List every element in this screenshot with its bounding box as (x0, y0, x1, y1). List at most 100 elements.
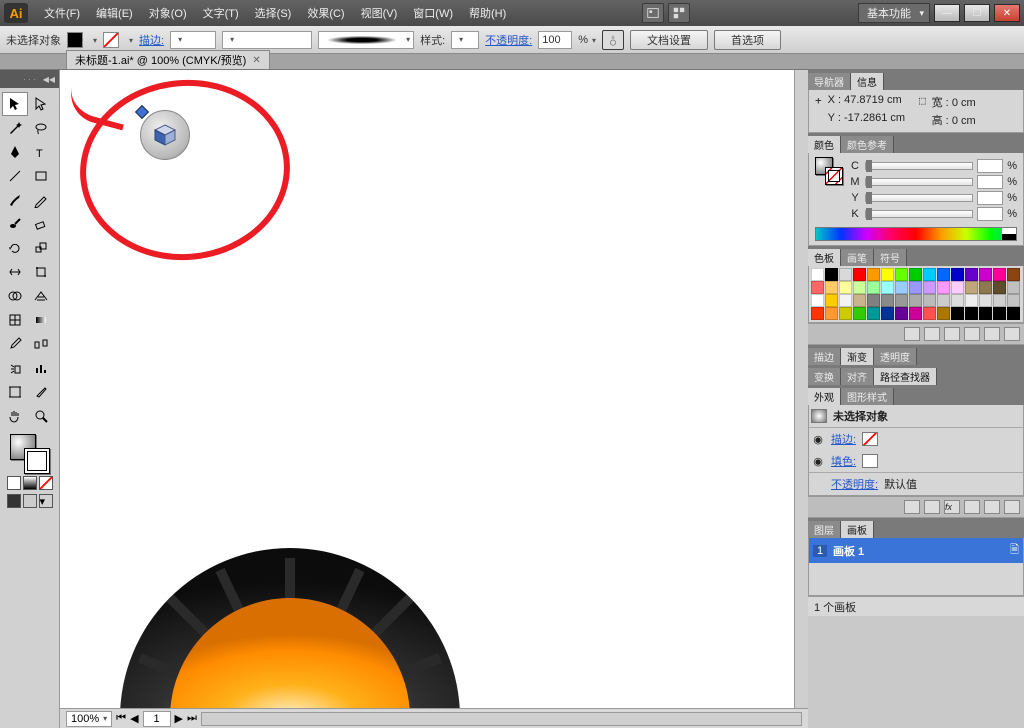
appearance-opacity-link[interactable]: 不透明度: (831, 476, 878, 492)
swatch-cell[interactable] (993, 281, 1006, 294)
opacity-label-link[interactable]: 不透明度: (485, 32, 532, 48)
app-newstroke-icon[interactable] (904, 500, 920, 514)
swatch-cell[interactable] (895, 307, 908, 320)
app-dup-icon[interactable] (984, 500, 1000, 514)
swatch-cell[interactable] (811, 281, 824, 294)
canvas[interactable] (60, 70, 808, 708)
swatch-cell[interactable] (811, 294, 824, 307)
window-minimize-button[interactable]: — (934, 4, 960, 22)
swatch-cell[interactable] (909, 268, 922, 281)
tab-color[interactable]: 颜色 (808, 136, 841, 153)
color-mode-gradient[interactable] (23, 476, 37, 490)
nav-next-icon[interactable]: ▶ (175, 712, 183, 725)
swatch-cell[interactable] (923, 307, 936, 320)
color-spectrum[interactable] (815, 227, 1017, 241)
stroke-weight-input[interactable] (170, 31, 216, 49)
artboard-orient-icon[interactable]: 🗎 (1010, 541, 1019, 560)
gradient-tool[interactable] (28, 308, 54, 332)
width-tool[interactable] (2, 260, 28, 284)
swatch-cell[interactable] (993, 307, 1006, 320)
swatch-cell[interactable] (937, 281, 950, 294)
appearance-fill-link[interactable]: 填色: (831, 453, 856, 469)
nav-prev-icon[interactable]: ◀ (130, 712, 138, 725)
swatch-cell[interactable] (867, 307, 880, 320)
swatch-cell[interactable] (951, 294, 964, 307)
menu-window[interactable]: 窗口(W) (405, 2, 461, 24)
pencil-tool[interactable] (28, 188, 54, 212)
menu-edit[interactable]: 编辑(E) (88, 2, 141, 24)
color-stroke-icon[interactable] (825, 167, 843, 185)
type-tool[interactable]: T (28, 140, 54, 164)
slider-c[interactable]: C% (849, 159, 1017, 173)
swatch-cell[interactable] (881, 268, 894, 281)
swatch-cell[interactable] (923, 294, 936, 307)
tab-info[interactable]: 信息 (851, 73, 884, 90)
eye-icon-2[interactable]: ◉ (811, 455, 825, 468)
stroke-dropdown[interactable] (125, 34, 133, 46)
nav-last-icon[interactable]: ⏭ (187, 712, 197, 725)
swatch-cell[interactable] (965, 307, 978, 320)
swatch-cell[interactable] (881, 307, 894, 320)
free-transform-tool[interactable] (28, 260, 54, 284)
swatch-new-icon[interactable] (984, 327, 1000, 341)
swatch-cell[interactable] (1007, 307, 1020, 320)
appearance-fill-swatch[interactable] (862, 454, 878, 468)
appearance-stroke-swatch[interactable] (862, 432, 878, 446)
bridge-icon[interactable] (642, 3, 664, 23)
eraser-tool[interactable] (28, 212, 54, 236)
swatch-cell[interactable] (853, 281, 866, 294)
window-close-button[interactable]: ✕ (994, 4, 1020, 22)
tab-stroke[interactable]: 描边 (808, 348, 841, 365)
tab-graphic-styles[interactable]: 图形样式 (841, 388, 894, 405)
zoom-tool[interactable] (28, 404, 54, 428)
tab-pathfinder[interactable]: 路径查找器 (874, 368, 937, 385)
fill-dropdown[interactable] (89, 34, 97, 46)
tab-swatches[interactable]: 色板 (808, 249, 841, 266)
menu-view[interactable]: 视图(V) (353, 2, 406, 24)
artboard-row[interactable]: 1 画板 1 🗎 (809, 538, 1023, 563)
opacity-dropdown[interactable]: % (578, 34, 596, 46)
arrange-icon[interactable] (668, 3, 690, 23)
swatch-cell[interactable] (839, 307, 852, 320)
swatch-opts-icon[interactable] (944, 327, 960, 341)
swatch-cell[interactable] (895, 294, 908, 307)
swatch-cell[interactable] (979, 268, 992, 281)
rectangle-tool[interactable] (28, 164, 54, 188)
swatch-cell[interactable] (881, 281, 894, 294)
tab-brushes[interactable]: 画笔 (841, 249, 874, 266)
swatch-cell[interactable] (951, 281, 964, 294)
screen-mode-full[interactable] (23, 494, 37, 508)
swatch-cell[interactable] (965, 294, 978, 307)
swatch-cell[interactable] (993, 294, 1006, 307)
swatch-cell[interactable] (937, 307, 950, 320)
swatch-group-icon[interactable] (964, 327, 980, 341)
swatch-kind-icon[interactable] (924, 327, 940, 341)
swatch-cell[interactable] (839, 281, 852, 294)
swatch-lib-icon[interactable] (904, 327, 920, 341)
perspective-grid-tool[interactable] (28, 284, 54, 308)
zoom-select[interactable]: 100% (66, 711, 112, 727)
column-graph-tool[interactable] (28, 356, 54, 380)
swatch-cell[interactable] (979, 307, 992, 320)
menu-select[interactable]: 选择(S) (247, 2, 300, 24)
swatch-cell[interactable] (979, 281, 992, 294)
selection-tool[interactable] (2, 92, 28, 116)
tab-layers[interactable]: 图层 (808, 521, 841, 538)
line-tool[interactable] (2, 164, 28, 188)
tab-navigator[interactable]: 导航器 (808, 73, 851, 90)
lasso-tool[interactable] (28, 116, 54, 140)
pen-tool[interactable] (2, 140, 28, 164)
swatch-cell[interactable] (839, 294, 852, 307)
scale-tool[interactable] (28, 236, 54, 260)
swatch-cell[interactable] (867, 268, 880, 281)
rotate-tool[interactable] (2, 236, 28, 260)
swatch-cell[interactable] (923, 268, 936, 281)
swatch-cell[interactable] (825, 281, 838, 294)
swatch-delete-icon[interactable] (1004, 327, 1020, 341)
page-input[interactable]: 1 (143, 711, 171, 727)
swatch-cell[interactable] (867, 294, 880, 307)
eye-icon[interactable]: ◉ (811, 433, 825, 446)
tab-gradient[interactable]: 渐变 (841, 348, 874, 365)
color-mode-solid[interactable] (7, 476, 21, 490)
opacity-input[interactable]: 100 (538, 31, 572, 49)
